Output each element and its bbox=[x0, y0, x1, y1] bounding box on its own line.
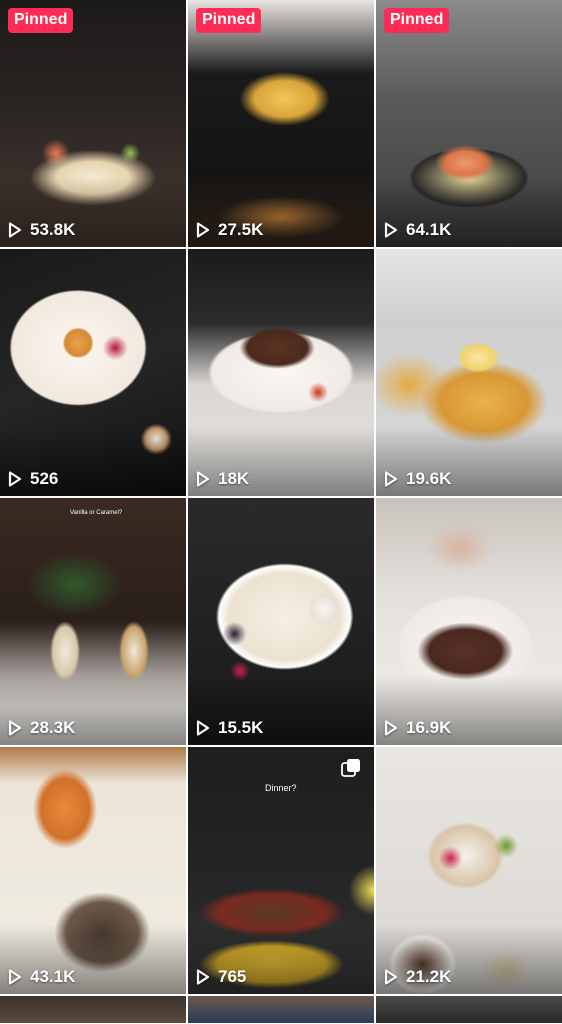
view-count: 53.8K bbox=[8, 220, 75, 240]
play-icon bbox=[196, 720, 210, 736]
pinned-badge: Pinned bbox=[384, 8, 450, 33]
view-count-label: 28.3K bbox=[30, 718, 76, 737]
video-tile-11[interactable]: Dinner? 765 bbox=[188, 747, 374, 994]
view-count-label: 16.9K bbox=[406, 718, 452, 737]
play-icon bbox=[8, 222, 22, 238]
play-icon bbox=[8, 720, 22, 736]
play-icon bbox=[384, 969, 398, 985]
video-tile-3[interactable]: Pinned 64.1K bbox=[376, 0, 562, 247]
video-tile-5[interactable]: 18K bbox=[188, 249, 374, 496]
view-count-label: 53.8K bbox=[30, 220, 76, 239]
video-tile-4[interactable]: 526 bbox=[0, 249, 186, 496]
video-thumbnail bbox=[0, 996, 186, 1023]
video-tile-1[interactable]: Pinned 53.8K bbox=[0, 0, 186, 247]
video-tile-8[interactable]: 15.5K bbox=[188, 498, 374, 745]
video-caption: Vanilla or Caramel? bbox=[70, 510, 123, 516]
play-icon bbox=[384, 222, 398, 238]
play-icon bbox=[196, 222, 210, 238]
view-count-label: 526 bbox=[30, 469, 59, 488]
video-tile-9[interactable]: 16.9K bbox=[376, 498, 562, 745]
view-count: 15.5K bbox=[196, 718, 263, 738]
view-count: 19.6K bbox=[384, 469, 451, 489]
photo-carousel-icon bbox=[341, 759, 360, 777]
play-icon bbox=[8, 969, 22, 985]
view-count: 16.9K bbox=[384, 718, 451, 738]
play-icon bbox=[196, 471, 210, 487]
view-count-label: 43.1K bbox=[30, 967, 76, 986]
play-icon bbox=[384, 720, 398, 736]
view-count-label: 765 bbox=[218, 967, 247, 986]
pinned-badge: Pinned bbox=[8, 8, 74, 33]
pinned-badge: Pinned bbox=[196, 8, 262, 33]
view-count: 765 bbox=[196, 967, 246, 987]
video-caption: Dinner? bbox=[265, 783, 297, 793]
video-tile-12[interactable]: 21.2K bbox=[376, 747, 562, 994]
video-tile-10[interactable]: 43.1K bbox=[0, 747, 186, 994]
video-tile-13[interactable] bbox=[0, 996, 186, 1023]
view-count: 18K bbox=[196, 469, 249, 489]
view-count: 27.5K bbox=[196, 220, 263, 240]
view-count-label: 15.5K bbox=[218, 718, 264, 737]
play-icon bbox=[8, 471, 22, 487]
video-tile-6[interactable]: 19.6K bbox=[376, 249, 562, 496]
view-count: 64.1K bbox=[384, 220, 451, 240]
view-count: 28.3K bbox=[8, 718, 75, 738]
view-count-label: 64.1K bbox=[406, 220, 452, 239]
view-count-label: 21.2K bbox=[406, 967, 452, 986]
video-tile-15[interactable] bbox=[376, 996, 562, 1023]
view-count-label: 18K bbox=[218, 469, 250, 488]
video-tile-14[interactable] bbox=[188, 996, 374, 1023]
view-count-label: 19.6K bbox=[406, 469, 452, 488]
video-thumbnail bbox=[188, 996, 374, 1023]
video-tile-2[interactable]: Pinned 27.5K bbox=[188, 0, 374, 247]
video-thumbnail bbox=[376, 996, 562, 1023]
view-count: 43.1K bbox=[8, 967, 75, 987]
view-count: 21.2K bbox=[384, 967, 451, 987]
video-grid: Pinned 53.8K Pinned 27.5K Pinned 64.1K 5… bbox=[0, 0, 562, 1024]
play-icon bbox=[384, 471, 398, 487]
view-count: 526 bbox=[8, 469, 58, 489]
video-tile-7[interactable]: Vanilla or Caramel? 28.3K bbox=[0, 498, 186, 745]
view-count-label: 27.5K bbox=[218, 220, 264, 239]
play-icon bbox=[196, 969, 210, 985]
